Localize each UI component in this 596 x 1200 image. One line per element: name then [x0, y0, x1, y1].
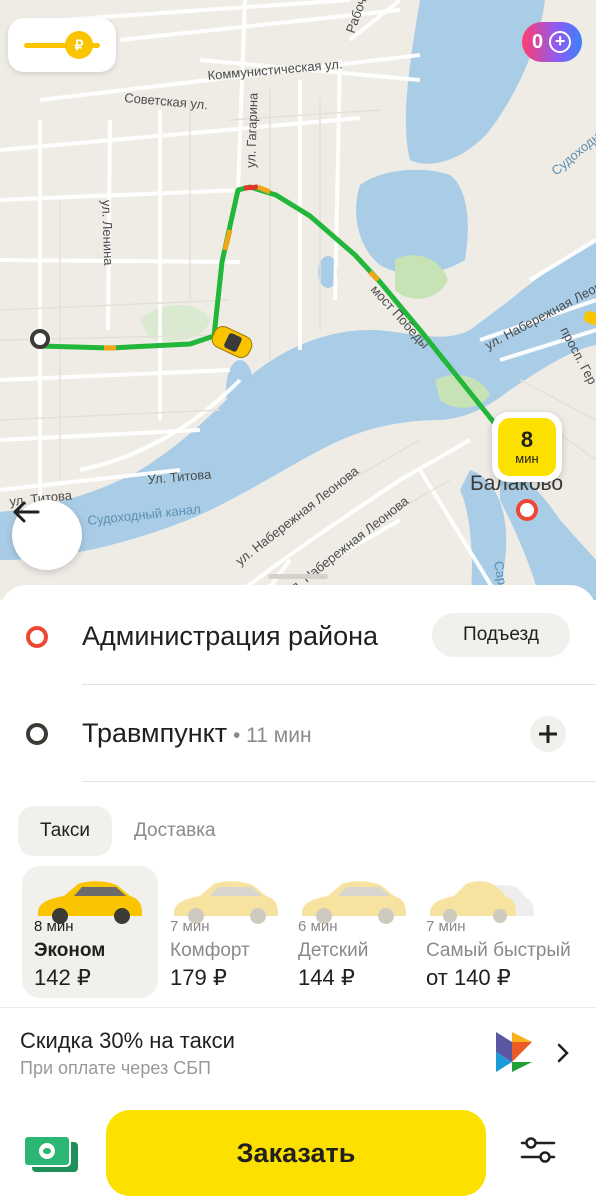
sheet-grabber[interactable]: [268, 574, 328, 579]
map-view[interactable]: Коммунистическая ул. Советская ул. ул. Г…: [0, 0, 596, 600]
order-button[interactable]: Заказать: [106, 1110, 486, 1196]
tariff-eta: 6 мин: [298, 918, 338, 935]
tariff-eta: 7 мин: [426, 918, 466, 935]
eta-unit: мин: [515, 450, 539, 466]
tariff-fastest[interactable]: 7 мин Самый быстрый от 140 ₽: [414, 866, 571, 998]
route-to-row[interactable]: Травмпункт • 11 мин: [0, 685, 596, 783]
tariff-kids[interactable]: 6 мин Детский 144 ₽: [286, 866, 422, 998]
destination-dot-icon: [26, 723, 48, 745]
tariff-list: 8 мин Эконом 142 ₽ 7 мин Комфорт 179 ₽ 6…: [22, 866, 596, 998]
tariff-eta: 7 мин: [170, 918, 210, 935]
tariff-name: Комфорт: [170, 940, 250, 961]
route-from-row[interactable]: Администрация района Подъезд: [0, 588, 596, 686]
promo-subtitle: При оплате через СБП: [20, 1058, 211, 1078]
map-canvas: Коммунистическая ул. Советская ул. ул. Г…: [0, 0, 596, 600]
destination-duration: • 11 мин: [227, 724, 312, 747]
bottom-bar: Заказать: [0, 1100, 596, 1200]
tariff-econom[interactable]: 8 мин Эконом 142 ₽: [22, 866, 158, 998]
destination-label: Травмпункт: [82, 718, 228, 748]
street-label: ул. Гагарина: [243, 92, 261, 168]
street-label: Коммунистическая ул.: [207, 56, 343, 83]
route-slow-segment: [222, 229, 233, 251]
destination-address: Травмпункт • 11 мин: [82, 718, 312, 749]
sbp-logo-icon: [496, 1032, 532, 1072]
eta-marker: 8 мин: [492, 412, 562, 482]
service-tabs: Такси Доставка: [18, 806, 238, 856]
entrance-button[interactable]: Подъезд: [432, 613, 570, 657]
promo-title: Скидка 30% на такси: [20, 1028, 235, 1053]
divider: [82, 781, 596, 782]
sbp-promo-banner[interactable]: Скидка 30% на такси При оплате через СБП: [0, 1008, 596, 1088]
cash-payment-icon[interactable]: [22, 1134, 80, 1174]
back-button[interactable]: [12, 500, 82, 570]
tariff-comfort[interactable]: 7 мин Комфорт 179 ₽: [158, 866, 294, 998]
eta-value: 8: [520, 426, 534, 452]
route-end-point: [516, 499, 538, 521]
plus-points-count: 0: [532, 30, 544, 53]
street-label: Советская ул.: [124, 90, 209, 112]
tariff-price: от 140 ₽: [426, 965, 511, 990]
settings-sliders-icon[interactable]: [520, 1136, 556, 1164]
tab-taxi[interactable]: Такси: [18, 806, 112, 856]
tariff-name: Детский: [298, 940, 369, 961]
origin-dot-icon: [26, 626, 48, 648]
route-slow-segment: [368, 270, 380, 282]
cashback-progress-button[interactable]: ₽: [8, 18, 116, 72]
tariff-eta: 8 мин: [34, 918, 74, 935]
plus-icon: +: [549, 31, 572, 53]
plus-icon: [539, 725, 557, 743]
tariff-price: 144 ₽: [298, 965, 355, 990]
tariff-price: 179 ₽: [170, 965, 227, 990]
tab-delivery[interactable]: Доставка: [112, 806, 238, 856]
taxi-car-icon: [211, 326, 253, 358]
tariff-price: 142 ₽: [34, 965, 91, 990]
add-stop-button[interactable]: [530, 716, 566, 752]
ruble-coin-icon: ₽: [65, 31, 93, 59]
origin-address: Администрация района: [82, 621, 379, 651]
arrow-left-icon: [13, 501, 40, 523]
street-label: ул. Ленина: [99, 200, 116, 267]
tariff-name: Эконом: [34, 940, 106, 961]
chevron-right-icon: [556, 1040, 570, 1071]
tariff-name: Самый быстрый: [426, 940, 571, 961]
route-start-point: [30, 329, 50, 349]
plus-points-badge[interactable]: 0 +: [522, 22, 582, 62]
route-jam-segment: [243, 184, 259, 191]
